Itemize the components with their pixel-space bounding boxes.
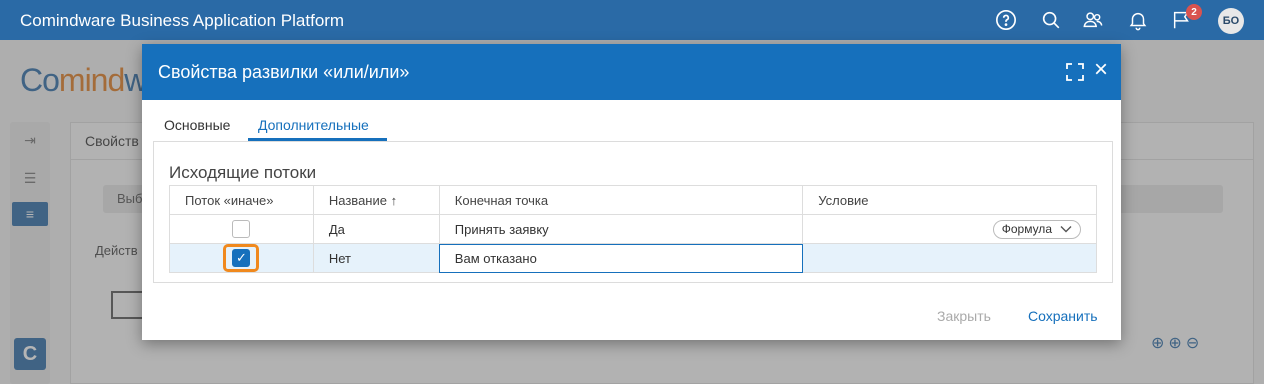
column-header-name[interactable]: Название ↑ [312,185,440,215]
tab-main[interactable]: Основные [164,117,230,133]
users-icon[interactable] [1081,8,1105,32]
table-row[interactable]: Да Принять заявку Формула [169,214,1097,244]
help-icon[interactable] [994,8,1018,32]
table-header-row: Поток «иначе» Название ↑ Конечная точка … [169,185,1097,215]
close-icon[interactable]: × [1090,58,1112,82]
column-header-else-flow[interactable]: Поток «иначе» [169,185,314,215]
highlight-frame: ✓ [223,244,260,272]
chevron-down-icon [1060,222,1072,236]
else-flow-checkbox[interactable] [232,220,251,238]
target-cell[interactable]: Вам отказано [438,243,804,273]
expand-icon[interactable] [1064,61,1086,83]
close-button[interactable]: Закрыть [937,308,991,324]
app-title: Comindware Business Application Platform [20,11,345,30]
else-flow-cell: ✓ [169,243,314,273]
flows-table: Поток «иначе» Название ↑ Конечная точка … [169,185,1097,273]
bell-icon[interactable] [1126,8,1150,32]
name-cell[interactable]: Нет [312,243,440,273]
section-title: Исходящие потоки [169,163,317,182]
dialog-header: Свойства развилки «или/или» × [142,44,1121,100]
dialog-title: Свойства развилки «или/или» [158,62,410,82]
column-header-target[interactable]: Конечная точка [438,185,804,215]
condition-cell[interactable]: Формула [802,214,1097,244]
name-cell[interactable]: Да [312,214,440,244]
condition-cell[interactable] [802,243,1097,273]
avatar[interactable]: БО [1218,8,1244,34]
save-button[interactable]: Сохранить [1028,308,1098,324]
tab-additional[interactable]: Дополнительные [258,117,369,133]
table-row[interactable]: ✓ Нет Вам отказано [169,243,1097,273]
target-cell[interactable]: Принять заявку [438,214,804,244]
column-header-condition[interactable]: Условие [802,185,1097,215]
gateway-properties-dialog: Свойства развилки «или/или» × Основные Д… [142,44,1121,340]
else-flow-checkbox[interactable]: ✓ [232,249,251,267]
top-bar: Comindware Business Application Platform… [0,0,1264,40]
notification-badge: 2 [1186,4,1202,20]
outgoing-flows-section: Исходящие потоки Поток «иначе» Название … [153,141,1113,283]
else-flow-cell [169,214,314,244]
search-icon[interactable] [1039,8,1063,32]
formula-dropdown[interactable]: Формула [992,219,1081,239]
